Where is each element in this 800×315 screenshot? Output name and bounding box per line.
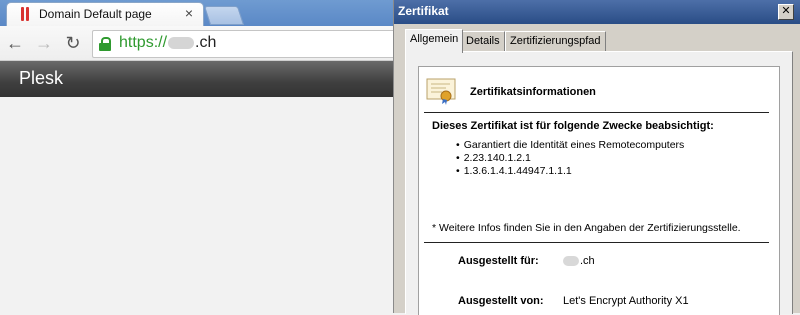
page-content [0, 97, 395, 313]
tab-strip: Domain Default page × [0, 0, 395, 27]
plesk-logo-text: Plesk [19, 68, 64, 88]
plesk-header: Plesk [0, 61, 395, 97]
purpose-list: Garantiert die Identität eines Remotecom… [456, 139, 685, 178]
url-scheme: https:// [119, 34, 168, 51]
tab-details[interactable]: Details [461, 31, 505, 52]
divider [424, 112, 769, 113]
certificate-dialog: Zertifikat ✕ Allgemein Details Zertifizi… [393, 0, 800, 315]
address-bar[interactable]: https:// .ch [92, 30, 396, 58]
url-text[interactable]: https:// .ch [119, 34, 216, 52]
issued-to-label: Ausgestellt für: [458, 255, 539, 267]
list-item: 1.3.6.1.4.1.44947.1.1.1 [456, 165, 684, 178]
url-domain-suffix: .ch [195, 34, 217, 51]
tab-close-icon[interactable]: × [185, 5, 193, 21]
redacted-domain [563, 256, 579, 267]
certificate-info-box: Zertifikatsinformationen Dieses Zertifik… [418, 66, 780, 315]
issued-to-value[interactable]: .ch [563, 255, 595, 267]
browser-toolbar: ← → ↻ https:// .ch [0, 26, 396, 61]
dialog-title: Zertifikat [398, 4, 449, 18]
issued-to-domain-suffix: .ch [580, 255, 595, 267]
tab-zertifizierungspfad[interactable]: Zertifizierungspfad [505, 31, 606, 52]
forward-arrow-icon[interactable]: → [33, 32, 55, 54]
browser-window: Domain Default page × ← → ↻ https://.ch … [0, 0, 396, 313]
divider [424, 242, 769, 243]
new-tab-button[interactable] [203, 6, 245, 25]
reload-icon[interactable]: ↻ [62, 32, 84, 54]
list-item: Garantiert die Identität eines Remotecom… [456, 139, 685, 152]
redacted-domain [168, 36, 195, 49]
issued-by-value[interactable]: Let's Encrypt Authority X1 [563, 295, 689, 307]
issuer-note: * Weitere Infos finden Sie in den Angabe… [432, 222, 741, 234]
browser-tab[interactable]: Domain Default page × [6, 2, 204, 27]
list-item: 2.23.140.1.2.1 [456, 152, 684, 165]
tab-allgemein[interactable]: Allgemein [405, 29, 464, 53]
close-icon[interactable]: ✕ [778, 4, 794, 20]
tab-title: Domain Default page [39, 7, 152, 21]
issued-by-label: Ausgestellt von: [458, 295, 544, 307]
certificate-icon [426, 78, 456, 105]
lock-icon[interactable] [99, 37, 111, 51]
plesk-favicon-icon [19, 7, 31, 21]
certificate-info-title: Zertifikatsinformationen [470, 86, 596, 98]
back-arrow-icon[interactable]: ← [4, 32, 26, 54]
tab-panel: Zertifikatsinformationen Dieses Zertifik… [405, 51, 793, 315]
dialog-titlebar[interactable]: Zertifikat ✕ [394, 0, 800, 24]
purpose-heading: Dieses Zertifikat ist für folgende Zweck… [432, 120, 714, 132]
